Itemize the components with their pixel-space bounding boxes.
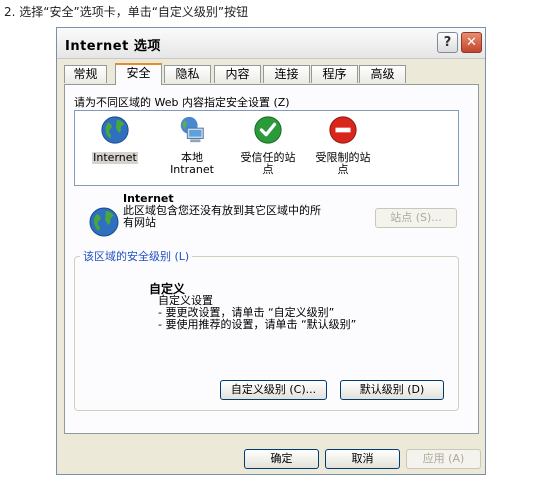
- zone-restricted-sites[interactable]: 受限制的站 点: [313, 115, 373, 176]
- instruction-caption: 2. 选择“安全”选项卡，单击“自定义级别”按钮: [4, 5, 249, 19]
- sites-button[interactable]: 站点 (S)...: [375, 208, 457, 228]
- internet-options-dialog: Internet 选项 ? ✕ 常规 安全 隐私 内容 连接 程序 高级 请为不…: [56, 27, 486, 475]
- custom-level-button[interactable]: 自定义级别 (C)...: [220, 380, 327, 400]
- selected-zone-description: 此区域包含您还没有放到其它区域中的所有网站: [123, 204, 321, 229]
- globe-icon: [101, 116, 129, 144]
- default-level-button[interactable]: 默认级别 (D): [340, 380, 444, 400]
- globe-icon: [89, 207, 119, 237]
- description-line: - 要使用推荐的设置，请单击 “默认级别”: [158, 318, 357, 331]
- security-level-description: 自定义设置 - 要更改设置，请单击 “自定义级别” - 要使用推荐的设置，请单击…: [158, 295, 356, 331]
- zone-local-intranet[interactable]: 本地 Intranet: [162, 115, 222, 176]
- tab-connections[interactable]: 连接: [263, 65, 310, 83]
- dialog-title: Internet 选项: [65, 39, 161, 54]
- tab-security[interactable]: 安全: [115, 63, 162, 85]
- close-button[interactable]: ✕: [461, 32, 482, 53]
- tab-general[interactable]: 常规: [64, 65, 107, 83]
- checkmark-icon: [254, 116, 282, 144]
- zone-label: 受信任的站 点: [240, 151, 296, 176]
- zone-label: 受限制的站 点: [315, 151, 371, 176]
- zone-trusted-sites[interactable]: 受信任的站 点: [238, 115, 298, 176]
- zone-internet[interactable]: Internet: [85, 115, 145, 164]
- cancel-button[interactable]: 取消: [325, 449, 400, 469]
- apply-button[interactable]: 应用 (A): [406, 449, 481, 469]
- security-level-group-label: 该区域的安全级别 (L): [80, 248, 193, 264]
- zone-label: 本地 Intranet: [170, 151, 214, 176]
- ok-button[interactable]: 确定: [244, 449, 319, 469]
- zone-label: Internet: [92, 151, 138, 164]
- no-entry-icon: [329, 116, 357, 144]
- zone-list: Internet 本地 Intranet 受信任的站 点 受限制的站 点: [74, 110, 459, 186]
- title-bar[interactable]: Internet 选项 ? ✕: [57, 28, 485, 59]
- computer-globe-icon: [180, 116, 204, 143]
- zone-prompt: 请为不同区域的 Web 内容指定安全设置 (Z): [74, 96, 290, 109]
- tab-content[interactable]: 内容: [214, 65, 261, 83]
- tab-programs[interactable]: 程序: [311, 65, 358, 83]
- help-button[interactable]: ?: [437, 32, 458, 53]
- tab-advanced[interactable]: 高级: [359, 65, 406, 83]
- tab-privacy[interactable]: 隐私: [164, 65, 211, 83]
